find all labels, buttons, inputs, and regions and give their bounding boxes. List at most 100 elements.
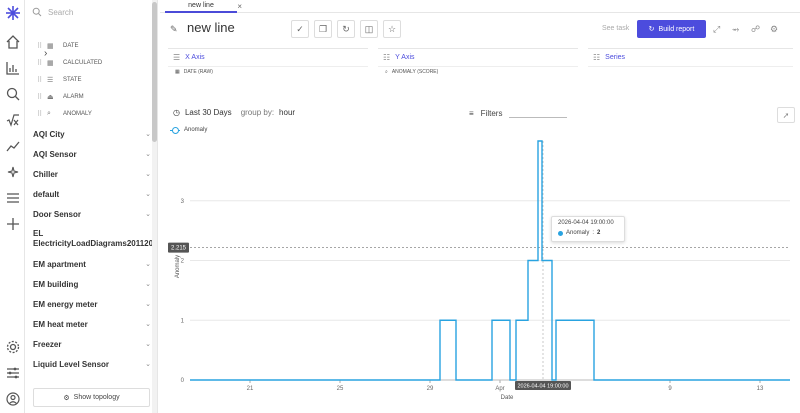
gear-icon[interactable]: ⚙ xyxy=(770,24,778,35)
link-icon[interactable]: ☍ xyxy=(751,24,760,35)
group-item[interactable]: EM building ⌄ xyxy=(33,274,151,294)
bar-chart-icon[interactable] xyxy=(5,60,21,76)
trend-icon[interactable] xyxy=(5,138,21,154)
calendar-icon: ▦ xyxy=(47,42,54,50)
chevron-down-icon[interactable]: ⌄ xyxy=(145,280,151,288)
expand-icon[interactable]: ⤢ xyxy=(713,24,720,35)
group-label: EL ElectricityLoadDiagrams2011201… xyxy=(33,229,158,248)
state-icon: ☰ xyxy=(47,76,54,84)
chevron-down-icon[interactable]: ⌄ xyxy=(145,260,151,268)
group-item[interactable]: EM heat meter ⌄ xyxy=(33,314,151,334)
date-range-label[interactable]: Last 30 Days xyxy=(185,108,232,117)
field-item[interactable]: ⠿ ☰ STATE xyxy=(37,71,102,88)
field-label: STATE xyxy=(63,76,82,83)
check-icon: ✓ xyxy=(296,23,304,34)
duplicate-button[interactable]: ❐ xyxy=(314,20,332,38)
drag-handle-icon[interactable]: ⠿ xyxy=(37,93,47,101)
settings-icon[interactable] xyxy=(5,339,21,355)
page-title[interactable]: new line xyxy=(187,20,235,35)
group-item[interactable]: EM energy meter ⌄ xyxy=(33,294,151,314)
refresh-button[interactable]: ↻ xyxy=(337,20,355,38)
filters-label: Filters xyxy=(480,108,503,118)
filters-control[interactable]: ≡ Filters xyxy=(469,108,568,118)
series-panel[interactable]: ☷ Series xyxy=(588,48,793,90)
group-item[interactable]: AQI City ⌄ xyxy=(33,124,151,144)
group-label: EM building xyxy=(33,279,79,289)
sidebar-scroll-thumb[interactable] xyxy=(152,2,157,142)
drag-handle-icon[interactable]: ⠿ xyxy=(37,76,47,84)
delete-button[interactable]: ◫ xyxy=(360,20,378,38)
see-task-link[interactable]: See task xyxy=(602,25,629,32)
tab-bar: new line × xyxy=(160,0,800,13)
sidebar-search[interactable]: Search xyxy=(32,7,73,17)
group-item[interactable]: default ⌄ xyxy=(33,184,151,204)
field-item[interactable]: ⠿ ▦ CALCULATED xyxy=(37,54,102,71)
logo-icon[interactable] xyxy=(5,5,21,21)
x-tick-label: 25 xyxy=(337,386,344,392)
edit-pencil-icon[interactable]: ✎ xyxy=(170,24,178,35)
chevron-down-icon[interactable]: ⌄ xyxy=(145,210,151,218)
group-item[interactable]: EL ElectricityLoadDiagrams2011201… xyxy=(33,224,157,254)
field-label: DATE xyxy=(63,42,79,49)
group-item[interactable]: AQI Sensor ⌄ xyxy=(33,144,151,164)
group-label: EM heat meter xyxy=(33,319,88,329)
show-topology-button[interactable]: ⚙ Show topology xyxy=(33,388,150,407)
sparkle-icon[interactable] xyxy=(5,164,21,180)
drag-handle-icon[interactable]: ⠿ xyxy=(37,42,47,50)
tab-close-icon[interactable]: × xyxy=(237,2,242,11)
field-item[interactable]: ⠿ ⌕ ANOMALY xyxy=(37,105,102,122)
chevron-down-icon[interactable]: ⌄ xyxy=(145,340,151,348)
alarm-icon: ⏏ xyxy=(47,93,54,101)
drag-handle-icon[interactable]: ⠿ xyxy=(37,110,47,118)
y-tick-label: 0 xyxy=(181,378,185,384)
search-icon xyxy=(32,7,42,17)
check-button[interactable]: ✓ xyxy=(291,20,309,38)
tooltip-series: Anomaly xyxy=(566,230,590,236)
menu-icon[interactable] xyxy=(5,190,21,206)
show-topology-label: Show topology xyxy=(73,394,120,401)
chevron-down-icon[interactable]: ⌄ xyxy=(145,190,151,198)
line-chart[interactable]: 0 1 2 3 Anomaly 21 25 29 Apr 9 13 Date 2.215 2026-04-… xyxy=(160,133,800,403)
y-axis-panel[interactable]: ☷ Y Axis ⌕ ANOMALY (SCORE) xyxy=(378,48,578,90)
filters-input[interactable] xyxy=(509,108,568,118)
chevron-down-icon[interactable]: ⌄ xyxy=(145,300,151,308)
date-range-control[interactable]: ◷ Last 30 Days group by: hour xyxy=(173,108,295,117)
favorite-button[interactable]: ☆ xyxy=(383,20,401,38)
x-axis-panel[interactable]: ☰ X Axis ▦ DATE (RAW) xyxy=(168,48,368,90)
group-item[interactable]: Freezer ⌄ xyxy=(33,334,151,354)
group-label: Liquid Level Sensor xyxy=(33,359,110,369)
group-item[interactable]: Door Sensor ⌄ xyxy=(33,204,151,224)
chevron-down-icon[interactable]: ⌄ xyxy=(145,150,151,158)
topology-icon: ⚙ xyxy=(63,394,70,402)
filter-icon: ≡ xyxy=(469,108,474,118)
group-item[interactable]: Chiller ⌄ xyxy=(33,164,151,184)
x-axis-value[interactable]: DATE (RAW) xyxy=(184,69,213,75)
search-icon[interactable] xyxy=(5,86,21,102)
group-label: EM energy meter xyxy=(33,299,98,309)
formula-icon[interactable] xyxy=(5,112,21,128)
plus-icon[interactable] xyxy=(5,216,21,232)
x-axis-label: Date xyxy=(501,395,514,401)
field-item[interactable]: ⠿ ▦ DATE xyxy=(37,37,102,54)
y-axis-value[interactable]: ANOMALY (SCORE) xyxy=(392,69,439,75)
user-icon[interactable] xyxy=(5,391,21,407)
share-icon[interactable]: ⥇ xyxy=(732,24,739,35)
sliders-icon[interactable] xyxy=(5,365,21,381)
field-list: ⠿ ▦ DATE ⠿ ▦ CALCULATED ⠿ ☰ STATE ⠿ ⏏ ALARM ⠿ ⌕ ANOMAL… xyxy=(37,37,102,122)
drag-handle-icon[interactable]: ⠿ xyxy=(37,59,47,67)
chart-type-button[interactable]: ➚ xyxy=(777,107,795,123)
search-input[interactable]: Search xyxy=(48,8,73,17)
x-tick-label: Apr xyxy=(495,386,504,392)
chevron-down-icon[interactable]: ⌄ xyxy=(145,360,151,368)
group-item[interactable]: Liquid Level Sensor ⌄ xyxy=(33,354,151,374)
copy-icon: ❐ xyxy=(318,23,328,34)
home-icon[interactable] xyxy=(5,34,21,50)
field-item[interactable]: ⠿ ⏏ ALARM xyxy=(37,88,102,105)
chevron-down-icon[interactable]: ⌄ xyxy=(145,320,151,328)
group-item[interactable]: EM apartment ⌄ xyxy=(33,254,151,274)
chevron-down-icon[interactable]: ⌄ xyxy=(145,130,151,138)
tab-new-line[interactable]: new line × xyxy=(165,0,242,13)
group-by-value[interactable]: hour xyxy=(279,108,295,117)
chevron-down-icon[interactable]: ⌄ xyxy=(145,170,151,178)
build-report-button[interactable]: ↻ Build report xyxy=(637,20,706,38)
